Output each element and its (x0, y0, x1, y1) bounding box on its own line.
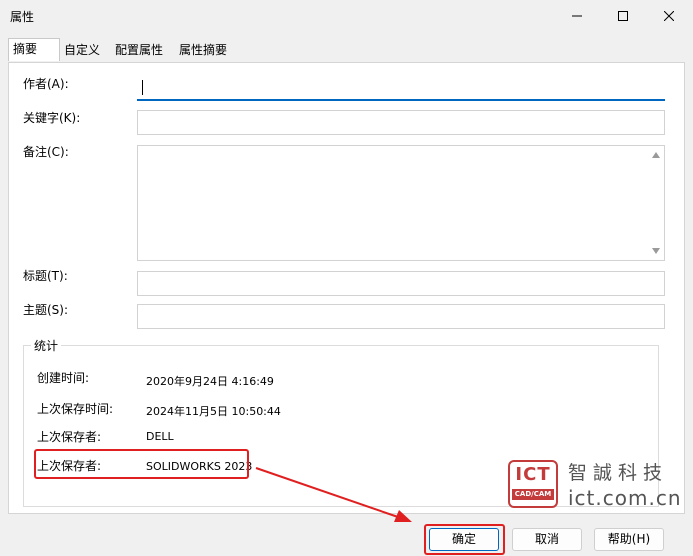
ict-logo-text: ICT (515, 464, 551, 485)
ict-logo-sub: CAD/CAM (512, 489, 554, 500)
watermark-company-name: 智誠科技 (568, 462, 669, 484)
ok-button[interactable]: 确定 (429, 528, 499, 551)
ict-logo: ICT CAD/CAM (508, 460, 558, 508)
arrow-head-icon (394, 510, 412, 522)
help-button[interactable]: 帮助(H) (594, 528, 664, 551)
watermark: ICT CAD/CAM 智誠科技 ict.com.cn (500, 458, 690, 514)
watermark-url: ict.com.cn (568, 486, 682, 510)
cancel-button[interactable]: 取消 (512, 528, 582, 551)
